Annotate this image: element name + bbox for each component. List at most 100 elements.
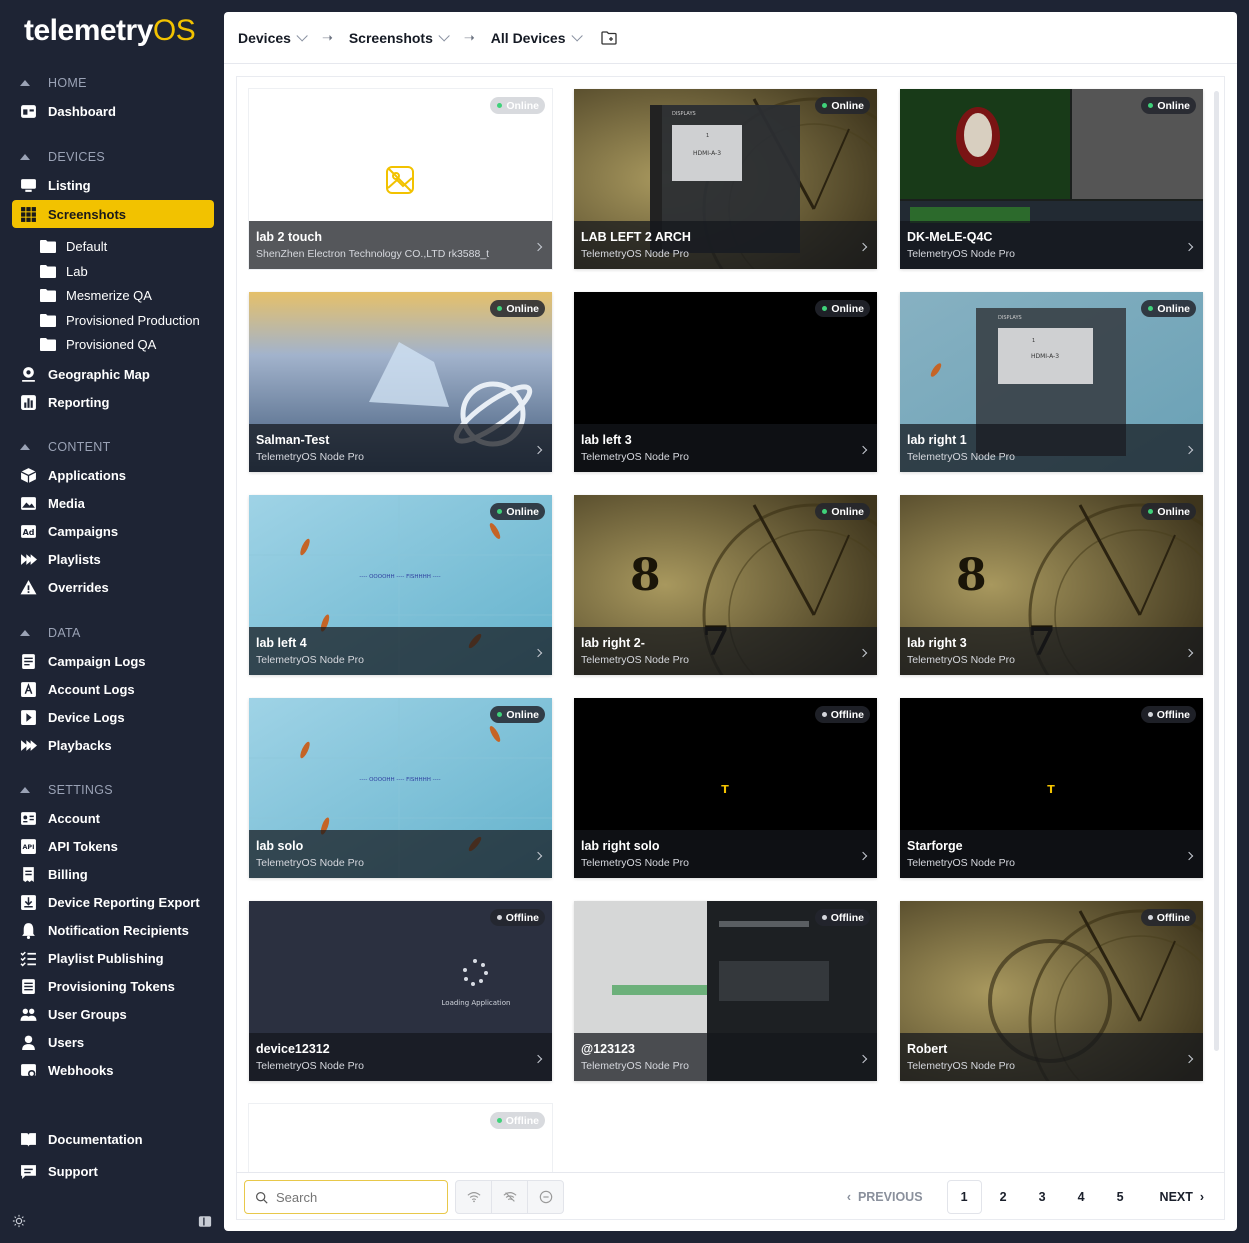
device-screenshot-card[interactable]: Loading Application device12312 TelemetryO… xyxy=(249,901,552,1081)
next-page-button[interactable]: NEXT › xyxy=(1160,1190,1204,1204)
page-2-button[interactable]: 2 xyxy=(986,1180,1021,1214)
section-content[interactable]: CONTENT xyxy=(20,438,111,456)
app-logo[interactable]: telemetryOS xyxy=(24,14,196,48)
device-screenshot-card[interactable]: Offline xyxy=(249,1104,552,1173)
nav-webhooks[interactable]: Webhooks xyxy=(12,1056,214,1084)
nav-label: User Groups xyxy=(48,1006,127,1022)
device-screenshot-card[interactable]: DISPLAYS HDMI-A-3 1 lab right 1 Telemetry… xyxy=(900,292,1203,472)
nav-screenshots[interactable]: Screenshots xyxy=(12,200,214,228)
nav-documentation[interactable]: Documentation xyxy=(12,1125,214,1153)
svg-text:8: 8 xyxy=(630,550,661,601)
section-devices[interactable]: DEVICES xyxy=(20,148,105,166)
nav-label: Account Logs xyxy=(48,681,135,697)
nav-playlist-publishing[interactable]: Playlist Publishing xyxy=(12,944,214,972)
device-screenshot-card[interactable]: @123123 TelemetryOS Node Pro Offline xyxy=(574,901,877,1081)
nav-label: Screenshots xyxy=(48,206,127,222)
device-screenshot-card[interactable]: Tlab right solo TelemetryOS Node Pro Offli… xyxy=(574,698,877,878)
device-screenshot-card[interactable]: lab 2 touch ShenZhen Electron Technology … xyxy=(249,89,552,269)
section-settings[interactable]: SETTINGS xyxy=(20,781,113,799)
search-box[interactable] xyxy=(244,1180,448,1214)
nav-notification-recipients[interactable]: Notification Recipients xyxy=(12,916,214,944)
nav-api-tokens[interactable]: API API Tokens xyxy=(12,832,214,860)
nav-account-logs[interactable]: Account Logs xyxy=(12,675,214,703)
theme-toggle-icon[interactable] xyxy=(12,1214,26,1228)
nav-dashboard[interactable]: Dashboard xyxy=(12,97,214,125)
nav-provisioning-tokens[interactable]: Provisioning Tokens xyxy=(12,972,214,1000)
nav-device-reporting-export[interactable]: Device Reporting Export xyxy=(12,888,214,916)
status-badge: Online xyxy=(1141,300,1196,317)
page-3-button[interactable]: 3 xyxy=(1025,1180,1060,1214)
monitor-icon xyxy=(20,177,37,194)
device-screenshot-card[interactable]: Salman-Test TelemetryOS Node Pro Online xyxy=(249,292,552,472)
device-screenshot-card[interactable]: 87lab right 3TelemetryOS Node ProOnline xyxy=(900,495,1203,675)
filter-disabled-button[interactable] xyxy=(528,1181,563,1213)
device-model: TelemetryOS Node Pro xyxy=(581,451,689,463)
nav-user-groups[interactable]: User Groups xyxy=(12,1000,214,1028)
device-screenshot-card[interactable]: DK-MeLE-Q4C TelemetryOS Node Pro Online xyxy=(900,89,1203,269)
device-name: Salman-Test xyxy=(256,433,330,447)
nav-label: Playbacks xyxy=(48,737,112,753)
folder-provisioned-production[interactable]: Provisioned Production xyxy=(40,309,200,331)
device-screenshot-card[interactable]: ---- OOOOHH ---- FISHHHH ---- lab left 4 T… xyxy=(249,495,552,675)
nav-campaign-logs[interactable]: Campaign Logs xyxy=(12,647,214,675)
search-input[interactable] xyxy=(276,1189,436,1205)
add-folder-icon[interactable] xyxy=(600,30,617,46)
nav-label: Reporting xyxy=(48,394,110,410)
filter-online-button[interactable] xyxy=(456,1181,492,1213)
nav-billing[interactable]: Billing xyxy=(12,860,214,888)
card-footer xyxy=(249,424,552,472)
nav-campaigns[interactable]: Ad Campaigns xyxy=(12,517,214,545)
logo-accent-text: OS xyxy=(152,14,196,47)
book-icon xyxy=(20,1131,37,1148)
page-1-button[interactable]: 1 xyxy=(946,1180,982,1214)
device-model: ShenZhen Electron Technology CO.,LTD rk3… xyxy=(256,248,490,260)
collapse-sidebar-icon[interactable] xyxy=(198,1215,212,1228)
api-icon: API xyxy=(20,838,37,855)
device-screenshot-card[interactable]: ---- OOOOHH ---- FISHHHH ---- lab solo Tel… xyxy=(249,698,552,878)
nav-users[interactable]: Users xyxy=(12,1028,214,1056)
nav-support[interactable]: Support xyxy=(12,1157,214,1185)
user-icon xyxy=(20,1034,37,1051)
nav-listing[interactable]: Listing xyxy=(12,171,214,199)
section-data[interactable]: DATA xyxy=(20,624,81,642)
svg-text:Loading Application: Loading Application xyxy=(442,999,511,1007)
receipt-icon xyxy=(20,866,37,883)
nav-geographic-map[interactable]: Geographic Map xyxy=(12,360,214,388)
nav-label: Playlists xyxy=(48,551,101,567)
breadcrumb-all-devices[interactable]: All Devices xyxy=(491,30,583,46)
filter-offline-button[interactable] xyxy=(492,1181,528,1213)
section-home[interactable]: HOME xyxy=(20,74,87,92)
folder-default[interactable]: Default xyxy=(40,235,107,257)
page-5-button[interactable]: 5 xyxy=(1103,1180,1138,1214)
breadcrumb-screenshots[interactable]: Screenshots xyxy=(349,30,450,46)
checklist-icon xyxy=(20,950,37,967)
nav-applications[interactable]: Applications xyxy=(12,461,214,489)
device-screenshot-card[interactable]: DISPLAYS HDMI-A-3 1 LAB LEFT 2 ARCH Teleme… xyxy=(574,89,877,269)
svg-text:DISPLAYS: DISPLAYS xyxy=(672,111,696,117)
nav-label: API Tokens xyxy=(48,838,118,854)
folder-mesmerize-qa[interactable]: Mesmerize QA xyxy=(40,284,152,306)
device-name: @123123 xyxy=(581,1042,635,1056)
nav-media[interactable]: Media xyxy=(12,489,214,517)
device-screenshot-card[interactable]: 87lab right 2-TelemetryOS Node ProOnline xyxy=(574,495,877,675)
status-badge: Online xyxy=(490,503,545,520)
previous-page-button[interactable]: ‹ PREVIOUS xyxy=(847,1190,923,1204)
nav-overrides[interactable]: Overrides xyxy=(12,573,214,601)
scrollbar[interactable] xyxy=(1214,91,1219,1051)
nav-playbacks[interactable]: Playbacks xyxy=(12,731,214,759)
nav-account[interactable]: Account xyxy=(12,804,214,832)
device-screenshot-card[interactable]: T Starforge TelemetryOS Node Pro Offline xyxy=(900,698,1203,878)
device-model: TelemetryOS Node Pro xyxy=(256,1060,364,1072)
breadcrumb-devices[interactable]: Devices xyxy=(238,30,308,46)
nav-playlists[interactable]: Playlists xyxy=(12,545,214,573)
folder-provisioned-qa[interactable]: Provisioned QA xyxy=(40,333,156,355)
chat-icon xyxy=(20,1163,37,1180)
nav-device-logs[interactable]: Device Logs xyxy=(12,703,214,731)
folder-icon xyxy=(40,314,56,327)
folder-lab[interactable]: Lab xyxy=(40,260,88,282)
nav-reporting[interactable]: Reporting xyxy=(12,388,214,416)
device-screenshot-card[interactable]: lab left 3 TelemetryOS Node Pro Online xyxy=(574,292,877,472)
page-4-button[interactable]: 4 xyxy=(1064,1180,1099,1214)
status-badge: Online xyxy=(490,97,545,114)
device-screenshot-card[interactable]: Robert TelemetryOS Node Pro Offline xyxy=(900,901,1203,1081)
